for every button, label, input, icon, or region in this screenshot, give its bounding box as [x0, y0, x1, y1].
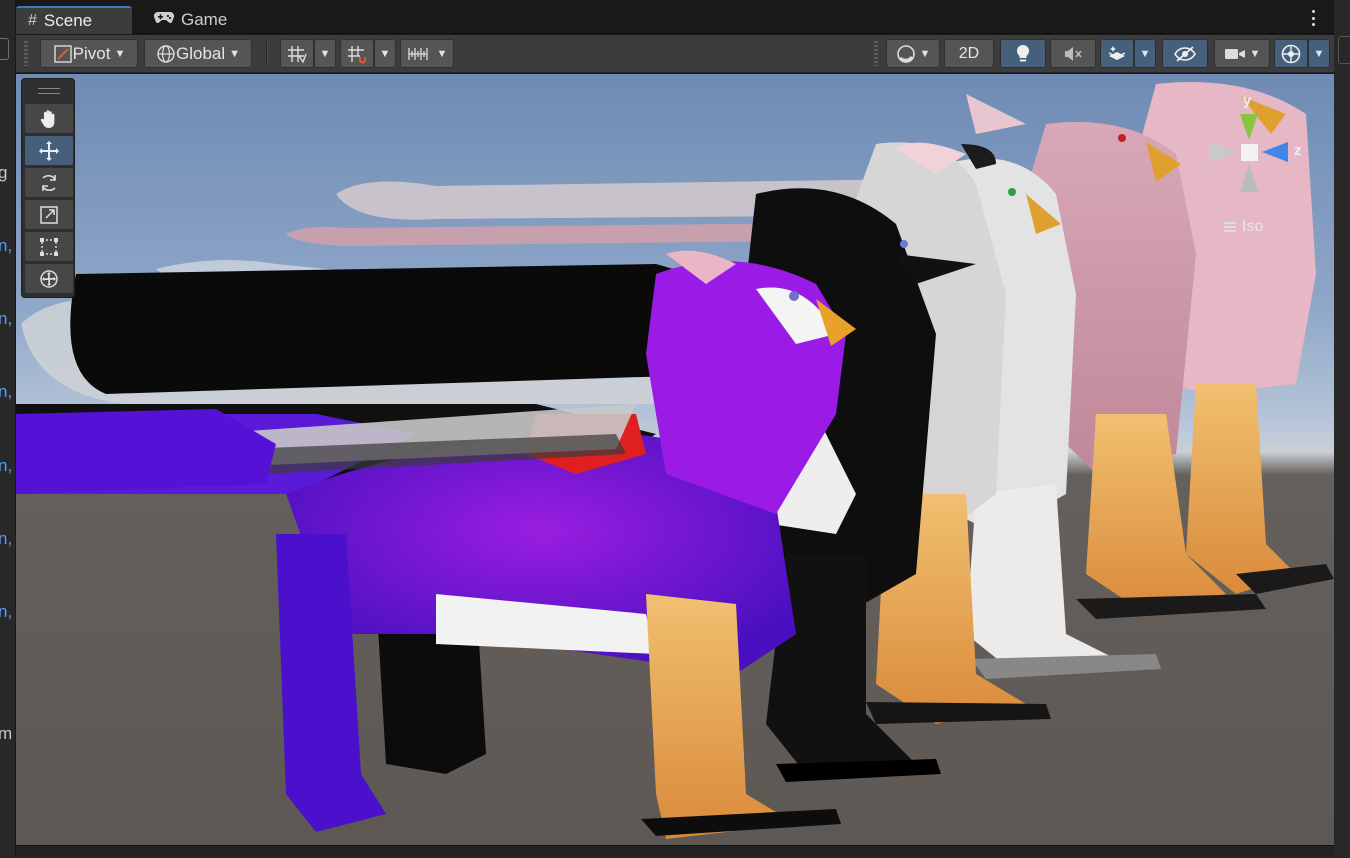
hierarchy-fragment[interactable]: n,: [0, 307, 15, 331]
panel-edge-frame: [1338, 36, 1350, 64]
pivot-dropdown[interactable]: Pivot ▼: [40, 39, 138, 68]
scene-toolbar: Pivot ▼ Global ▼ ▼ ▼ ▼ ▼ 2D ▼ ▼ ▼: [16, 35, 1334, 73]
chevron-down-icon: ▼: [319, 47, 331, 60]
status-strip: [16, 845, 1334, 858]
chevron-down-icon: ▼: [919, 47, 931, 60]
toolbar-grip[interactable]: [874, 41, 878, 66]
gizmo-globe-icon: [1281, 44, 1301, 63]
hierarchy-fragment[interactable]: n,: [0, 600, 15, 624]
scene-visibility-toggle[interactable]: [1162, 39, 1208, 68]
transform-icon: [40, 269, 58, 288]
transform-tool-button[interactable]: [25, 264, 73, 293]
axis-gizmo-icon: [1210, 114, 1288, 192]
globe-icon: [157, 44, 175, 63]
rect-transform-icon: [40, 237, 58, 256]
projection-label: Iso: [1242, 218, 1264, 235]
camera-settings-dropdown[interactable]: ▼: [1214, 39, 1270, 68]
scale-icon: [40, 205, 58, 224]
hand-tool-button[interactable]: [25, 104, 73, 133]
shading-mode-dropdown[interactable]: ▼: [886, 39, 940, 68]
global-dropdown[interactable]: Global ▼: [144, 39, 252, 68]
more-options-icon[interactable]: [1306, 8, 1320, 28]
audio-toggle[interactable]: [1050, 39, 1096, 68]
2d-mode-toggle[interactable]: 2D: [944, 39, 994, 68]
orientation-gizmo[interactable]: y z: [1196, 92, 1308, 196]
projection-toggle[interactable]: Iso: [1224, 218, 1263, 236]
effects-toggle[interactable]: [1100, 39, 1134, 68]
gizmo-y-label: y: [1243, 92, 1252, 109]
hierarchy-fragment[interactable]: n,: [0, 234, 15, 258]
menu-lines-icon: [1224, 222, 1236, 232]
overlay-grip[interactable]: [38, 88, 60, 94]
tools-overlay: [21, 78, 75, 298]
scene-render: [16, 82, 1334, 839]
rect-tool-button[interactable]: [25, 232, 73, 261]
tab-bar: # Scene Game: [16, 0, 1334, 34]
gamepad-icon: [153, 11, 175, 29]
grid-options-dropdown[interactable]: ▼: [314, 39, 336, 68]
chevron-down-icon: ▼: [114, 47, 126, 60]
hand-icon: [40, 109, 55, 128]
chevron-down-icon: ▼: [1249, 47, 1261, 60]
move-arrows-icon: [39, 140, 59, 161]
toolbar-grip[interactable]: [24, 41, 28, 66]
move-tool-button[interactable]: [25, 136, 73, 165]
effects-dropdown[interactable]: ▼: [1134, 39, 1156, 68]
tab-game-label: Game: [181, 10, 228, 29]
camera-icon: [1224, 48, 1245, 59]
inspector-panel-edge: [1334, 0, 1350, 858]
grid-icon: [288, 45, 307, 64]
speaker-muted-icon: [1065, 46, 1082, 61]
scale-tool-button[interactable]: [25, 200, 73, 229]
grid-visibility-button[interactable]: [280, 39, 314, 68]
hidden-eye-icon: [1174, 45, 1196, 62]
rotate-icon: [42, 174, 56, 191]
grid-snap-icon: [348, 45, 366, 63]
lighting-toggle[interactable]: [1000, 39, 1046, 68]
hierarchy-fragment[interactable]: n,: [0, 454, 15, 478]
pivot-label: Pivot: [72, 43, 111, 63]
grid-hash-icon: #: [28, 12, 37, 29]
hierarchy-text-fragments: g n, n, n, n, n, n, m: [0, 112, 15, 795]
unity-scene-window: g n, n, n, n, n, n, m # Scene Game Pi: [0, 0, 1350, 858]
tab-scene-label: Scene: [43, 11, 93, 30]
chevron-down-icon: ▼: [436, 47, 448, 60]
grid-snap-button[interactable]: [340, 39, 374, 68]
gizmos-dropdown[interactable]: ▼: [1308, 39, 1330, 68]
rotate-tool-button[interactable]: [25, 168, 73, 197]
hierarchy-fragment[interactable]: n,: [0, 380, 15, 404]
ruler-snap-icon: [407, 47, 428, 60]
tab-game[interactable]: Game: [142, 6, 242, 34]
chevron-down-icon: ▼: [1313, 47, 1325, 60]
scene-viewport[interactable]: [16, 74, 1334, 845]
pivot-icon: [53, 44, 72, 63]
hierarchy-fragment[interactable]: g: [0, 161, 15, 185]
layers-effects-icon: [1108, 45, 1126, 60]
hierarchy-panel-edge: g n, n, n, n, n, n, m: [0, 0, 16, 858]
chevron-down-icon: ▼: [1139, 47, 1151, 60]
chevron-down-icon: ▼: [229, 47, 241, 60]
hierarchy-fragment[interactable]: n,: [0, 527, 15, 551]
hierarchy-fragment[interactable]: m: [0, 722, 15, 746]
increment-snap-dropdown[interactable]: ▼: [400, 39, 454, 68]
toolbar-separator: [266, 41, 268, 66]
light-bulb-icon: [1016, 44, 1030, 61]
gizmo-z-label: z: [1294, 142, 1302, 159]
2d-mode-label: 2D: [958, 44, 980, 62]
global-label: Global: [175, 43, 226, 63]
gizmos-toggle[interactable]: [1274, 39, 1308, 68]
panel-edge-frame: [0, 38, 9, 60]
chevron-down-icon: ▼: [379, 47, 391, 60]
tab-scene[interactable]: # Scene: [16, 6, 132, 34]
grid-snap-dropdown[interactable]: ▼: [374, 39, 396, 68]
shaded-sphere-icon: [896, 44, 915, 63]
